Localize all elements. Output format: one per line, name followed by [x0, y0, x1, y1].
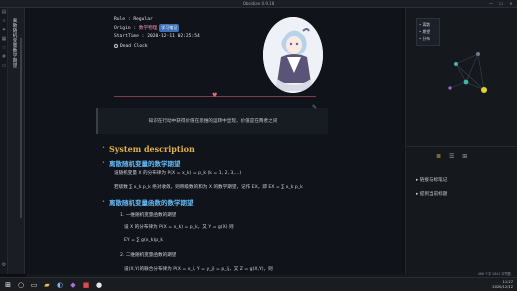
- minimize-button[interactable]: —: [487, 1, 495, 6]
- graph-node[interactable]: [463, 79, 469, 85]
- folder-icon[interactable]: ▤: [0, 8, 8, 17]
- status-wordcount: 466 个字 2841 字符数: [477, 272, 511, 276]
- character-portrait: [263, 17, 323, 93]
- list-view-icon[interactable]: ≣: [436, 153, 441, 160]
- heart-icon: ♥: [212, 92, 218, 99]
- quote-block: 知识在行动中获得价值在思维的运转中显现，价值是在两者之间: [96, 108, 328, 134]
- fold-toggle-icon[interactable]: •: [102, 160, 105, 166]
- fold-toggle-icon[interactable]: •: [102, 145, 105, 151]
- sidebar-vertical-title[interactable]: 离散随机变量数学期望: [11, 18, 17, 68]
- list-item-1d: 1. 一维随机变量函数的期望: [120, 213, 177, 218]
- right-sidebar: • 离散 • 期望 • 分布 ≣ ☰ ⊞ ▸ 链接与标笔记 ▸ 提到当前标题: [405, 8, 517, 274]
- portrait-illustration: [263, 17, 323, 93]
- legend-item[interactable]: • 分布: [419, 35, 437, 42]
- close-button[interactable]: ✕: [507, 1, 515, 6]
- graph-node[interactable]: [481, 87, 487, 93]
- graph-node[interactable]: [476, 52, 480, 56]
- window-titlebar: Obsidian 0.9.18 — ☐ ✕: [0, 0, 517, 8]
- deadclock-checkbox[interactable]: Dead Clock: [114, 43, 200, 51]
- outline-toolbar: ≣ ☰ ⊞: [436, 153, 473, 160]
- os-taskbar: ⊞ ○ ▭ ▰ ◐ ◆ ■ ● 11:27 2020/12/12: [0, 277, 517, 291]
- graph-view-panel[interactable]: • 离散 • 期望 • 分布: [406, 8, 517, 138]
- meta-starttime: StartTime : 2020-12-11 02:25:54: [114, 34, 200, 39]
- heading-function-expectation: 离散随机变量函数的数学期望: [109, 199, 194, 207]
- formula-ey: EY = ∑ g(x_k)p_k: [124, 238, 164, 243]
- outline-icon[interactable]: ☰: [449, 153, 454, 160]
- edit-pencil-icon[interactable]: ✎: [312, 104, 317, 111]
- list-item-2d: 2. 二维随机变量函数的期望: [120, 253, 177, 258]
- paragraph-2d-law: 设(X,Y)的联合分布律为 P(X = x_i, Y = y_j) = p_ij…: [124, 267, 273, 272]
- origin-tag[interactable]: 学习笔记: [159, 24, 180, 32]
- edge-browser-icon[interactable]: ◐: [55, 280, 65, 290]
- task-view-icon[interactable]: ▭: [29, 280, 39, 290]
- graph-legend: • 离散 • 期望 • 分布: [416, 18, 440, 46]
- outline-panel: ≣ ☰ ⊞ ▸ 链接与标笔记 ▸ 提到当前标题: [406, 146, 517, 274]
- note-metadata: Rule : Regular Origin : 数学物理 学习笔记 StartTi…: [114, 16, 200, 51]
- left-ribbon: ▤ ⌕ ✦ ▦ ☆ # ▭ ⚙: [0, 8, 8, 274]
- obsidian-app-icon[interactable]: ◆: [68, 280, 78, 290]
- app-icon[interactable]: ●: [94, 280, 104, 290]
- meta-rule: Rule : Regular: [114, 17, 153, 22]
- file-sidebar: 离散随机变量数学期望: [8, 8, 25, 274]
- tag-icon[interactable]: #: [0, 53, 8, 62]
- fold-toggle-icon[interactable]: •: [102, 199, 105, 205]
- meta-origin: Origin : 数学物理 学习笔记: [114, 24, 180, 32]
- window-title: Obsidian 0.9.18: [242, 1, 275, 6]
- settings-icon[interactable]: ⚙: [0, 261, 8, 270]
- mentions-item[interactable]: ▸ 提到当前标题: [416, 191, 447, 197]
- graph-icon[interactable]: ✦: [0, 26, 8, 35]
- search-icon[interactable]: ○: [16, 280, 26, 290]
- quote-text: 知识在行动中获得价值在思维的运转中显现，价值是在两者之间: [148, 119, 278, 124]
- origin-link[interactable]: 数学物理: [139, 26, 157, 31]
- editor-pane[interactable]: Rule : Regular Origin : 数学物理 学习笔记 StartTi…: [26, 8, 404, 274]
- checkbox-icon[interactable]: [114, 43, 118, 48]
- grid-view-icon[interactable]: ⊞: [462, 153, 467, 160]
- legend-item[interactable]: • 离散: [419, 21, 437, 28]
- legend-item[interactable]: • 期望: [419, 28, 437, 35]
- star-icon[interactable]: ☆: [0, 44, 8, 53]
- local-graph[interactable]: [436, 44, 516, 108]
- heading-discrete-expectation: 离散随机变量的数学期望: [109, 160, 181, 168]
- heading-system-description: System description: [109, 144, 195, 154]
- backlinks-item[interactable]: ▸ 链接与标笔记: [416, 177, 447, 183]
- app-icon[interactable]: ■: [81, 280, 91, 290]
- sidebar-scroll-track[interactable]: [20, 38, 22, 218]
- paragraph-definition: 若级数 ∑ x_k p_k 绝对收敛，则称级数的和为 X 的数学期望，记作 EX…: [114, 185, 303, 190]
- file-icon[interactable]: ▭: [0, 62, 8, 71]
- paragraph-1d-law: 设 X 的分布律为 P(X = x_k) = p_k，又 Y = g(X) 则: [124, 225, 234, 230]
- system-clock[interactable]: 11:27 2020/12/12: [492, 280, 513, 290]
- graph-node[interactable]: [448, 86, 452, 90]
- file-explorer-icon[interactable]: ▰: [42, 280, 52, 290]
- maximize-button[interactable]: ☐: [497, 1, 505, 6]
- paragraph-distribution: 设随机变量 X 的分布律为 P(X = x_k) = p_k (k = 1, 2…: [114, 171, 242, 176]
- calendar-icon[interactable]: ▦: [0, 35, 8, 44]
- windows-start-icon[interactable]: ⊞: [3, 280, 13, 290]
- search-icon[interactable]: ⌕: [0, 17, 8, 26]
- graph-node[interactable]: [454, 62, 458, 66]
